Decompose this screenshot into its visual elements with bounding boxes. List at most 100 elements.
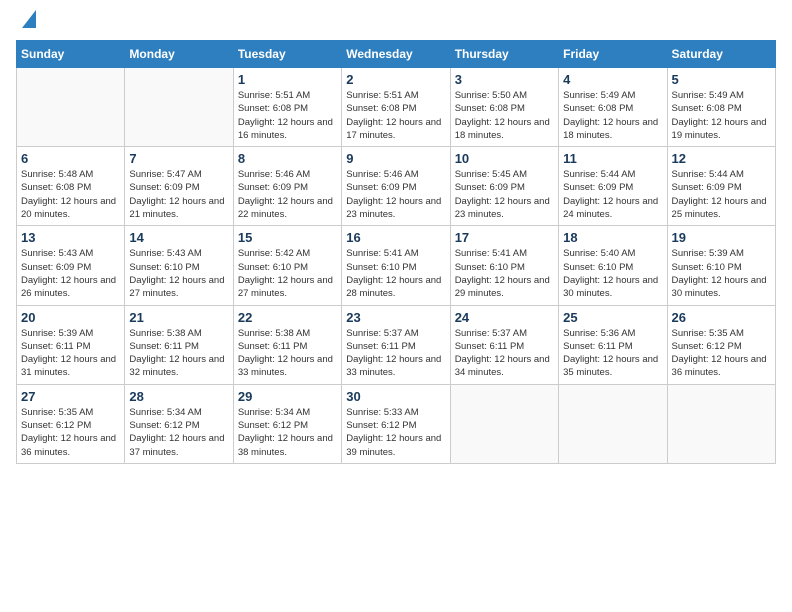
day-number: 19 (672, 230, 771, 245)
calendar-cell: 27 Sunrise: 5:35 AM Sunset: 6:12 PM Dayli… (17, 384, 125, 463)
day-number: 23 (346, 310, 445, 325)
logo-triangle-icon (18, 10, 36, 28)
calendar-cell: 1 Sunrise: 5:51 AM Sunset: 6:08 PM Daylig… (233, 68, 341, 147)
calendar-cell (125, 68, 233, 147)
day-number: 14 (129, 230, 228, 245)
calendar-cell: 18 Sunrise: 5:40 AM Sunset: 6:10 PM Dayli… (559, 226, 667, 305)
calendar-cell: 14 Sunrise: 5:43 AM Sunset: 6:10 PM Dayli… (125, 226, 233, 305)
day-info: Sunrise: 5:46 AM Sunset: 6:09 PM Dayligh… (346, 168, 445, 221)
calendar-cell (667, 384, 775, 463)
day-info: Sunrise: 5:35 AM Sunset: 6:12 PM Dayligh… (21, 406, 120, 459)
day-info: Sunrise: 5:49 AM Sunset: 6:08 PM Dayligh… (672, 89, 771, 142)
weekday-header: Thursday (450, 41, 558, 68)
day-number: 30 (346, 389, 445, 404)
calendar-week-row: 20Sunrise: 5:39 AM Sunset: 6:11 PM Dayli… (17, 305, 776, 384)
calendar-cell: 4 Sunrise: 5:49 AM Sunset: 6:08 PM Daylig… (559, 68, 667, 147)
calendar-week-row: 27 Sunrise: 5:35 AM Sunset: 6:12 PM Dayli… (17, 384, 776, 463)
day-number: 24 (455, 310, 554, 325)
day-number: 4 (563, 72, 662, 87)
calendar-cell: 28Sunrise: 5:34 AM Sunset: 6:12 PM Dayli… (125, 384, 233, 463)
day-number: 6 (21, 151, 120, 166)
day-number: 15 (238, 230, 337, 245)
calendar-cell: 23Sunrise: 5:37 AM Sunset: 6:11 PM Dayli… (342, 305, 450, 384)
day-number: 7 (129, 151, 228, 166)
calendar-cell: 21 Sunrise: 5:38 AM Sunset: 6:11 PM Dayli… (125, 305, 233, 384)
calendar-cell (559, 384, 667, 463)
calendar-week-row: 6 Sunrise: 5:48 AM Sunset: 6:08 PM Daylig… (17, 147, 776, 226)
day-number: 2 (346, 72, 445, 87)
day-info: Sunrise: 5:39 AM Sunset: 6:11 PM Dayligh… (21, 327, 120, 380)
calendar-cell: 17 Sunrise: 5:41 AM Sunset: 6:10 PM Dayli… (450, 226, 558, 305)
calendar-cell: 29Sunrise: 5:34 AM Sunset: 6:12 PM Dayli… (233, 384, 341, 463)
day-info: Sunrise: 5:51 AM Sunset: 6:08 PM Dayligh… (238, 89, 337, 142)
calendar-cell: 3Sunrise: 5:50 AM Sunset: 6:08 PM Daylig… (450, 68, 558, 147)
day-number: 13 (21, 230, 120, 245)
calendar-cell: 10Sunrise: 5:45 AM Sunset: 6:09 PM Dayli… (450, 147, 558, 226)
calendar-cell: 30 Sunrise: 5:33 AM Sunset: 6:12 PM Dayli… (342, 384, 450, 463)
day-number: 9 (346, 151, 445, 166)
day-number: 21 (129, 310, 228, 325)
day-info: Sunrise: 5:47 AM Sunset: 6:09 PM Dayligh… (129, 168, 228, 221)
day-number: 22 (238, 310, 337, 325)
day-info: Sunrise: 5:40 AM Sunset: 6:10 PM Dayligh… (563, 247, 662, 300)
calendar-cell: 7 Sunrise: 5:47 AM Sunset: 6:09 PM Daylig… (125, 147, 233, 226)
day-info: Sunrise: 5:33 AM Sunset: 6:12 PM Dayligh… (346, 406, 445, 459)
calendar-cell: 16Sunrise: 5:41 AM Sunset: 6:10 PM Dayli… (342, 226, 450, 305)
day-number: 5 (672, 72, 771, 87)
weekday-header: Wednesday (342, 41, 450, 68)
calendar-cell: 12 Sunrise: 5:44 AM Sunset: 6:09 PM Dayli… (667, 147, 775, 226)
calendar-cell: 6 Sunrise: 5:48 AM Sunset: 6:08 PM Daylig… (17, 147, 125, 226)
day-info: Sunrise: 5:43 AM Sunset: 6:10 PM Dayligh… (129, 247, 228, 300)
calendar-cell: 9 Sunrise: 5:46 AM Sunset: 6:09 PM Daylig… (342, 147, 450, 226)
day-info: Sunrise: 5:49 AM Sunset: 6:08 PM Dayligh… (563, 89, 662, 142)
calendar-cell: 13 Sunrise: 5:43 AM Sunset: 6:09 PM Dayli… (17, 226, 125, 305)
day-number: 18 (563, 230, 662, 245)
calendar-week-row: 1 Sunrise: 5:51 AM Sunset: 6:08 PM Daylig… (17, 68, 776, 147)
day-number: 28 (129, 389, 228, 404)
calendar-week-row: 13 Sunrise: 5:43 AM Sunset: 6:09 PM Dayli… (17, 226, 776, 305)
day-info: Sunrise: 5:43 AM Sunset: 6:09 PM Dayligh… (21, 247, 120, 300)
day-info: Sunrise: 5:50 AM Sunset: 6:08 PM Dayligh… (455, 89, 554, 142)
logo (16, 16, 36, 28)
day-info: Sunrise: 5:39 AM Sunset: 6:10 PM Dayligh… (672, 247, 771, 300)
day-info: Sunrise: 5:41 AM Sunset: 6:10 PM Dayligh… (455, 247, 554, 300)
day-info: Sunrise: 5:36 AM Sunset: 6:11 PM Dayligh… (563, 327, 662, 380)
weekday-header: Monday (125, 41, 233, 68)
day-info: Sunrise: 5:46 AM Sunset: 6:09 PM Dayligh… (238, 168, 337, 221)
weekday-header: Sunday (17, 41, 125, 68)
calendar-cell: 26 Sunrise: 5:35 AM Sunset: 6:12 PM Dayli… (667, 305, 775, 384)
calendar-cell: 24 Sunrise: 5:37 AM Sunset: 6:11 PM Dayli… (450, 305, 558, 384)
calendar-cell: 25 Sunrise: 5:36 AM Sunset: 6:11 PM Dayli… (559, 305, 667, 384)
day-number: 11 (563, 151, 662, 166)
day-number: 16 (346, 230, 445, 245)
day-number: 12 (672, 151, 771, 166)
calendar-cell (450, 384, 558, 463)
calendar-cell: 15 Sunrise: 5:42 AM Sunset: 6:10 PM Dayli… (233, 226, 341, 305)
day-info: Sunrise: 5:37 AM Sunset: 6:11 PM Dayligh… (455, 327, 554, 380)
day-number: 10 (455, 151, 554, 166)
day-info: Sunrise: 5:38 AM Sunset: 6:11 PM Dayligh… (129, 327, 228, 380)
day-number: 25 (563, 310, 662, 325)
day-info: Sunrise: 5:38 AM Sunset: 6:11 PM Dayligh… (238, 327, 337, 380)
calendar-table: SundayMondayTuesdayWednesdayThursdayFrid… (16, 40, 776, 464)
calendar-cell: 5 Sunrise: 5:49 AM Sunset: 6:08 PM Daylig… (667, 68, 775, 147)
day-info: Sunrise: 5:44 AM Sunset: 6:09 PM Dayligh… (563, 168, 662, 221)
day-number: 26 (672, 310, 771, 325)
calendar-cell: 2 Sunrise: 5:51 AM Sunset: 6:08 PM Daylig… (342, 68, 450, 147)
calendar-cell: 22 Sunrise: 5:38 AM Sunset: 6:11 PM Dayli… (233, 305, 341, 384)
day-number: 27 (21, 389, 120, 404)
day-info: Sunrise: 5:51 AM Sunset: 6:08 PM Dayligh… (346, 89, 445, 142)
calendar-cell (17, 68, 125, 147)
day-info: Sunrise: 5:48 AM Sunset: 6:08 PM Dayligh… (21, 168, 120, 221)
day-info: Sunrise: 5:35 AM Sunset: 6:12 PM Dayligh… (672, 327, 771, 380)
calendar-cell: 11 Sunrise: 5:44 AM Sunset: 6:09 PM Dayli… (559, 147, 667, 226)
day-info: Sunrise: 5:42 AM Sunset: 6:10 PM Dayligh… (238, 247, 337, 300)
calendar-cell: 20Sunrise: 5:39 AM Sunset: 6:11 PM Dayli… (17, 305, 125, 384)
day-number: 29 (238, 389, 337, 404)
calendar-body: 1 Sunrise: 5:51 AM Sunset: 6:08 PM Daylig… (17, 68, 776, 464)
calendar-cell: 8 Sunrise: 5:46 AM Sunset: 6:09 PM Daylig… (233, 147, 341, 226)
day-number: 1 (238, 72, 337, 87)
day-number: 17 (455, 230, 554, 245)
day-number: 8 (238, 151, 337, 166)
day-info: Sunrise: 5:44 AM Sunset: 6:09 PM Dayligh… (672, 168, 771, 221)
